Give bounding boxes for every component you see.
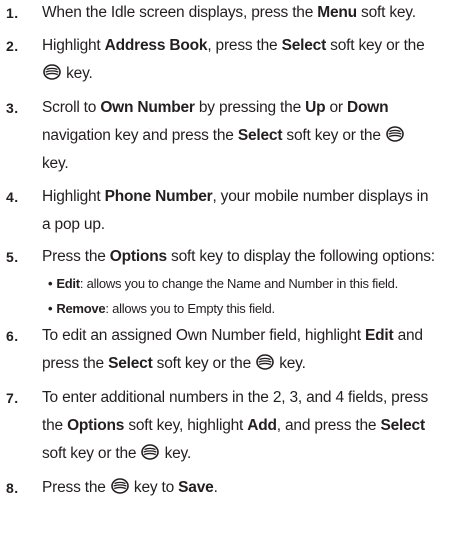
text-segment: key.	[62, 65, 93, 82]
select-key-icon	[256, 354, 274, 370]
text-segment-bold: Edit	[364, 327, 394, 344]
step-line: key.	[42, 60, 470, 88]
text-segment: soft key or the	[152, 355, 256, 372]
step-number: 1.	[6, 5, 19, 21]
text-segment-bold: Up	[305, 99, 326, 116]
text-segment: Press the	[42, 479, 110, 496]
text-segment: key.	[275, 355, 306, 372]
text-segment-bold: Options	[109, 248, 167, 265]
text-segment: a pop up.	[42, 216, 105, 233]
text-segment: : allows you to Empty this field.	[105, 301, 275, 316]
text-segment: or	[325, 99, 347, 116]
text-segment: soft key or the	[326, 37, 425, 54]
step-text: Highlight Address Book, press the Select…	[42, 32, 470, 88]
text-segment-bold: Edit	[56, 276, 80, 291]
step-text: Highlight Phone Number, your mobile numb…	[42, 183, 470, 239]
text-segment: , press the	[207, 37, 282, 54]
text-segment-bold: Select	[281, 37, 327, 54]
step-text: To enter additional numbers in the 2, 3,…	[42, 384, 470, 468]
text-segment: Scroll to	[42, 99, 101, 116]
text-segment: press the	[42, 355, 109, 372]
text-segment: key.	[42, 155, 69, 172]
step-line: When the Idle screen displays, press the…	[42, 0, 470, 27]
text-segment: , and press the	[276, 417, 381, 434]
step-line: the Options soft key, highlight Add, and…	[42, 412, 470, 440]
step-text: Scroll to Own Number by pressing the Up …	[42, 94, 470, 178]
text-segment-bold: Address Book	[104, 37, 208, 54]
select-key-icon	[110, 478, 129, 494]
step-line: Press the key to Save.	[42, 474, 470, 502]
step-number: 7.	[6, 390, 19, 406]
text-segment: Press the	[42, 248, 110, 265]
step-line: a pop up.	[42, 211, 470, 239]
step-text: Press the Options soft key to display th…	[42, 243, 470, 271]
step-line: soft key or the key.	[42, 440, 470, 468]
text-segment: To enter additional numbers in the 2, 3,…	[42, 389, 429, 406]
text-segment: : allows you to change the Name and Numb…	[79, 276, 399, 291]
text-segment-bold: Phone Number	[104, 188, 213, 205]
text-segment: soft key.	[356, 4, 416, 21]
text-segment-bold: Remove	[56, 301, 106, 316]
step-line: press the Select soft key or the key.	[42, 350, 470, 378]
step-text: Press the key to Save.	[42, 474, 470, 502]
step-number: 2.	[6, 38, 19, 54]
text-segment: soft key or the	[282, 127, 385, 144]
text-segment: key to	[129, 479, 179, 496]
text-segment: , your mobile number displays in	[212, 188, 429, 205]
text-segment-bold: Save	[178, 479, 214, 496]
step-text: When the Idle screen displays, press the…	[42, 0, 470, 27]
text-segment: the	[42, 417, 68, 434]
select-key-icon	[141, 444, 160, 460]
step-number: 6.	[6, 328, 19, 344]
step-line: Press the Options soft key to display th…	[42, 243, 470, 271]
text-segment: soft key, highlight	[124, 417, 248, 434]
text-segment-bold: Add	[247, 417, 277, 434]
bullet-dot: •	[48, 276, 53, 291]
bullet-item-edit: • Edit: allows you to change the Name and…	[48, 274, 398, 294]
text-segment: .	[213, 479, 218, 496]
text-segment-bold: Down	[346, 99, 389, 116]
step-line: Highlight Address Book, press the Select…	[42, 32, 470, 60]
text-segment: To edit an assigned Own Number field, hi…	[42, 327, 365, 344]
text-segment-bold: Select	[108, 355, 153, 372]
step-number: 3.	[6, 100, 19, 116]
text-segment-bold: Menu	[317, 4, 357, 21]
step-number: 8.	[6, 480, 19, 496]
step-line: navigation key and press the Select soft…	[42, 122, 470, 150]
step-line: To enter additional numbers in the 2, 3,…	[42, 384, 470, 412]
step-line: Scroll to Own Number by pressing the Up …	[42, 94, 470, 122]
step-line: Highlight Phone Number, your mobile numb…	[42, 183, 470, 211]
text-segment: Highlight	[42, 37, 105, 54]
text-segment-bold: Select	[380, 417, 425, 434]
text-segment: by pressing the	[194, 99, 306, 116]
step-number: 4.	[6, 189, 19, 205]
text-segment-bold: Select	[237, 127, 283, 144]
step-text: To edit an assigned Own Number field, hi…	[42, 322, 470, 378]
text-segment: soft key to display the following option…	[166, 248, 435, 265]
text-segment: soft key or the	[42, 445, 141, 462]
text-segment-bold: Options	[67, 417, 125, 434]
text-segment: Highlight	[42, 188, 105, 205]
step-number: 5.	[6, 249, 19, 265]
select-key-icon	[43, 64, 61, 80]
text-segment: When the Idle screen displays, press the	[42, 4, 318, 21]
instruction-page: 1. When the Idle screen displays, press …	[0, 0, 474, 546]
step-line: key.	[42, 150, 470, 178]
bullet-dot: •	[48, 301, 53, 316]
step-line: To edit an assigned Own Number field, hi…	[42, 322, 470, 350]
text-segment: key.	[160, 445, 192, 462]
text-segment: and	[393, 327, 423, 344]
text-segment: navigation key and press the	[42, 127, 238, 144]
select-key-icon	[386, 126, 404, 142]
text-segment-bold: Own Number	[100, 99, 195, 116]
bullet-item-remove: • Remove: allows you to Empty this field.	[48, 299, 275, 319]
